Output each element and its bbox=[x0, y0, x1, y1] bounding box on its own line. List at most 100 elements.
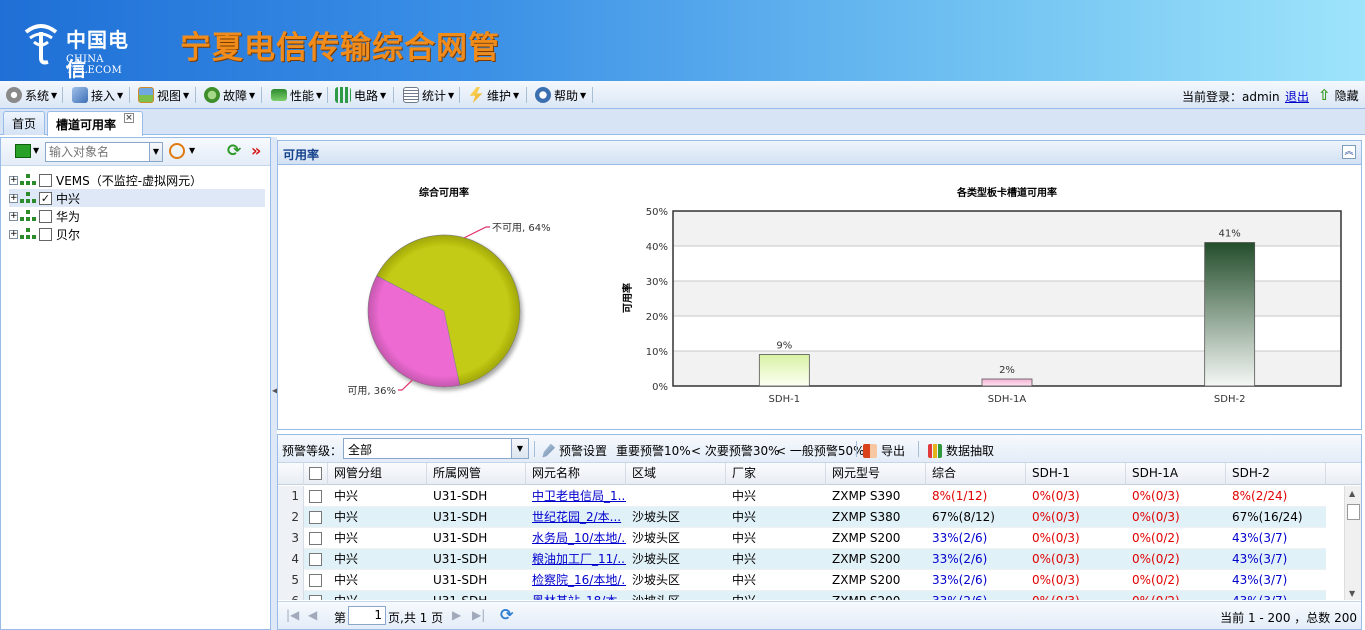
refresh-icon[interactable]: ⟳ bbox=[500, 605, 513, 624]
chevron-down-icon[interactable]: ▼ bbox=[33, 146, 39, 155]
col-header-sdh1a[interactable]: SDH-1A bbox=[1126, 463, 1226, 485]
data-extract-button[interactable]: 数据抽取 bbox=[928, 442, 994, 459]
next-page-icon[interactable]: ▶ bbox=[452, 608, 461, 622]
table-row[interactable]: 4 中兴 U31-SDH 粮油加工厂_11/... 沙坡头区 中兴 ZXMP S200 33%… bbox=[278, 549, 1326, 570]
menu-system[interactable]: 系统 ▼ bbox=[6, 85, 57, 105]
menu-maintenance[interactable]: 维护 ▼ bbox=[468, 85, 519, 105]
cell-area: 沙坡头区 bbox=[626, 591, 726, 600]
tree-type-icon[interactable] bbox=[15, 144, 31, 158]
expand-icon[interactable]: + bbox=[9, 175, 18, 185]
scroll-down-icon[interactable]: ▼ bbox=[1349, 589, 1355, 598]
menu-fault[interactable]: 故障 ▼ bbox=[204, 85, 255, 105]
col-header-ne-name[interactable]: 网元名称 bbox=[526, 463, 626, 485]
warning-level-select[interactable]: 全部 bbox=[343, 438, 529, 459]
row-checkbox[interactable] bbox=[309, 511, 322, 524]
logout-link[interactable]: 退出 bbox=[1285, 88, 1309, 105]
scroll-thumb[interactable] bbox=[1347, 504, 1360, 520]
menu-statistics[interactable]: 统计 ▼ bbox=[403, 85, 454, 105]
row-checkbox[interactable] bbox=[309, 595, 322, 600]
close-icon[interactable]: × bbox=[124, 113, 135, 123]
tab-home[interactable]: 首页 bbox=[3, 111, 46, 135]
cell-total: 67%(8/12) bbox=[932, 510, 995, 524]
col-header-sdh1[interactable]: SDH-1 bbox=[1026, 463, 1126, 485]
menu-separator bbox=[393, 87, 394, 103]
select-all-checkbox[interactable] bbox=[309, 467, 322, 480]
col-header-area[interactable]: 区域 bbox=[626, 463, 726, 485]
row-checkbox[interactable] bbox=[309, 532, 322, 545]
first-page-icon[interactable]: |◀ bbox=[286, 608, 299, 622]
cell-nms: U31-SDH bbox=[433, 489, 488, 503]
menu-help[interactable]: 帮助 ▼ bbox=[535, 85, 586, 105]
col-header-nms[interactable]: 所属网管 bbox=[427, 463, 526, 485]
tree-checkbox[interactable] bbox=[39, 173, 52, 187]
col-header-sdh2[interactable]: SDH-2 bbox=[1226, 463, 1326, 485]
menu-access[interactable]: 接入 ▼ bbox=[72, 85, 123, 105]
row-checkbox[interactable] bbox=[309, 553, 322, 566]
cell-ne-name[interactable]: 粮油加工厂_11/... bbox=[526, 549, 626, 570]
bar bbox=[758, 354, 810, 387]
table-row[interactable]: 1 中兴 U31-SDH 中卫老电信局_1... 中兴 ZXMP S390 8%(1/12)… bbox=[278, 486, 1326, 507]
secondary-warning-label: < 次要预警30% bbox=[691, 444, 780, 458]
col-header-total[interactable]: 综合 bbox=[926, 463, 1026, 485]
tree-checkbox[interactable]: ✓ bbox=[39, 191, 52, 205]
collapse-icon[interactable]: ︽ bbox=[1342, 145, 1356, 159]
search-dropdown-button[interactable]: ▼ bbox=[149, 142, 163, 162]
row-checkbox[interactable] bbox=[309, 574, 322, 587]
tab-slot-availability[interactable]: 槽道可用率 × bbox=[47, 111, 144, 136]
table-row[interactable]: 5 中兴 U31-SDH 检察院_16/本地/... 沙坡头区 中兴 ZXMP S200 33… bbox=[278, 570, 1326, 591]
chevron-down-icon: ▼ bbox=[380, 90, 387, 100]
search-icon[interactable] bbox=[169, 143, 185, 159]
menu-view[interactable]: 视图 ▼ bbox=[138, 85, 189, 105]
tree-node-bell[interactable]: + 贝尔 bbox=[9, 225, 265, 243]
export-button[interactable]: 导出 bbox=[863, 442, 905, 459]
expand-icon[interactable]: + bbox=[9, 193, 18, 203]
cell-group: 中兴 bbox=[334, 531, 359, 545]
cell-sdh1: 0%(0/3) bbox=[1032, 510, 1080, 524]
select-all-header[interactable] bbox=[304, 463, 328, 485]
expand-icon[interactable]: + bbox=[9, 229, 18, 239]
table-row[interactable]: 3 中兴 U31-SDH 水务局_10/本地/... 沙坡头区 中兴 ZXMP S200 33… bbox=[278, 528, 1326, 549]
tree-checkbox[interactable] bbox=[39, 227, 52, 241]
warning-level-value: 全部 bbox=[348, 443, 373, 457]
hide-button[interactable]: ⇧ 隐藏 bbox=[1318, 86, 1359, 104]
menu-circuit[interactable]: 电路 ▼ bbox=[335, 85, 386, 105]
expand-icon[interactable]: + bbox=[9, 211, 18, 221]
grid-scrollbar[interactable]: ▲ ▼ bbox=[1344, 486, 1361, 600]
bar-chart-icon bbox=[928, 443, 942, 458]
cell-ne-name[interactable]: 世纪花园_2/本... bbox=[526, 507, 626, 528]
col-header-vendor[interactable]: 厂家 bbox=[726, 463, 826, 485]
warning-settings-button[interactable]: 预警设置 bbox=[541, 442, 607, 459]
tree-checkbox[interactable] bbox=[39, 209, 52, 223]
chevron-down-icon: ▼ bbox=[51, 90, 58, 100]
cell-nms: U31-SDH bbox=[427, 591, 526, 600]
tree-node-huawei[interactable]: + 华为 bbox=[9, 207, 265, 225]
scroll-up-icon[interactable]: ▲ bbox=[1349, 489, 1355, 498]
cell-model: ZXMP S200 bbox=[826, 591, 926, 600]
menu-label: 帮助 bbox=[554, 88, 579, 103]
cell-ne-name[interactable]: 黑林基站_18/本... bbox=[526, 591, 626, 600]
tree-node-vems[interactable]: + VEMS（不监控-虚拟网元） bbox=[9, 171, 265, 189]
collapse-panel-icon[interactable]: » bbox=[251, 141, 262, 160]
refresh-icon[interactable]: ⟳ bbox=[227, 141, 241, 161]
page-number-input[interactable]: 1 bbox=[348, 606, 386, 625]
chevron-down-icon[interactable]: ▼ bbox=[189, 146, 195, 155]
telecom-logo-icon bbox=[24, 24, 58, 65]
object-search-input[interactable] bbox=[45, 142, 150, 162]
last-page-icon[interactable]: ▶| bbox=[472, 608, 485, 622]
chevron-down-icon[interactable]: ▼ bbox=[511, 439, 528, 458]
col-header-model[interactable]: 网元型号 bbox=[826, 463, 926, 485]
important-warning-label: 重要预警10% bbox=[616, 444, 691, 458]
tree-node-zte[interactable]: + ✓ 中兴 bbox=[9, 189, 265, 207]
cell-ne-name[interactable]: 中卫老电信局_1... bbox=[526, 486, 626, 507]
cell-ne-name[interactable]: 检察院_16/本地/... bbox=[526, 570, 626, 591]
table-row[interactable]: 6中兴U31-SDH黑林基站_18/本...沙坡头区中兴ZXMP S20033%… bbox=[278, 591, 1326, 600]
tree-node-label: 贝尔 bbox=[56, 227, 81, 242]
col-header-group[interactable]: 网管分组 bbox=[328, 463, 427, 485]
row-number: 2 bbox=[278, 507, 304, 528]
table-row[interactable]: 2 中兴 U31-SDH 世纪花园_2/本... 沙坡头区 中兴 ZXMP S380 67%(… bbox=[278, 507, 1326, 528]
menu-performance[interactable]: 性能 ▼ bbox=[271, 85, 322, 105]
cell-ne-name[interactable]: 水务局_10/本地/... bbox=[526, 528, 626, 549]
row-checkbox[interactable] bbox=[309, 490, 322, 503]
prev-page-icon[interactable]: ◀ bbox=[308, 608, 317, 622]
toolbar-separator bbox=[856, 441, 857, 457]
